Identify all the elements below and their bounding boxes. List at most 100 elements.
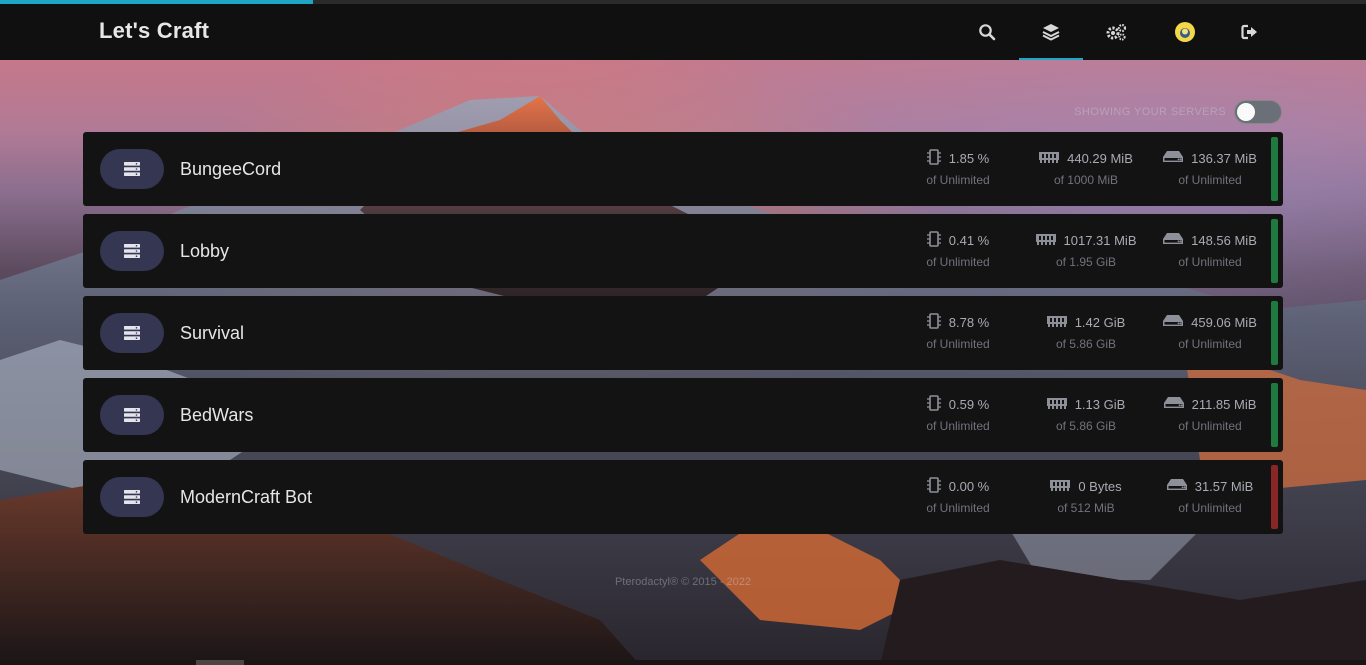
disk-value: 459.06 MiB — [1191, 314, 1257, 330]
memory-icon — [1035, 233, 1056, 248]
server-name[interactable]: Survival — [180, 323, 244, 344]
server-icon — [100, 395, 164, 435]
memory-icon — [1039, 151, 1060, 166]
disk-value: 136.37 MiB — [1191, 150, 1257, 166]
memory-limit: of 1.95 GiB — [1055, 255, 1117, 269]
app-title[interactable]: Let's Craft — [99, 18, 209, 44]
server-icon — [100, 231, 164, 271]
hdd-icon — [1163, 314, 1184, 330]
server-row[interactable]: BedWars 0.59 % of Unlimited 1.13 GiB of … — [83, 378, 1283, 452]
nav-servers[interactable] — [1019, 4, 1083, 60]
cpu-stat: 0.41 % of Unlimited — [898, 230, 1018, 274]
server-filter-label: SHOWING YOUR SERVERS — [1074, 106, 1226, 118]
server-icon — [100, 149, 164, 189]
server-name[interactable]: BungeeCord — [180, 159, 281, 180]
layers-icon — [1042, 24, 1060, 41]
disk-limit: of Unlimited — [1178, 419, 1242, 433]
memory-value: 1.42 GiB — [1074, 314, 1126, 330]
cpu-value: 1.85 % — [948, 150, 990, 166]
memory-limit: of 5.86 GiB — [1055, 337, 1117, 351]
scrollbar-thumb[interactable] — [196, 660, 244, 665]
nav-admin[interactable] — [1084, 4, 1148, 60]
cpu-limit: of Unlimited — [926, 501, 990, 515]
cpu-stat: 0.00 % of Unlimited — [898, 476, 1018, 520]
memory-value: 440.29 MiB — [1067, 150, 1133, 166]
cpu-value: 8.78 % — [948, 314, 990, 330]
server-icon — [100, 477, 164, 517]
server-row[interactable]: BungeeCord 1.85 % of Unlimited 440.29 Mi… — [83, 132, 1283, 206]
disk-value: 31.57 MiB — [1194, 478, 1254, 494]
cpu-stat: 8.78 % of Unlimited — [898, 312, 1018, 356]
cpu-limit: of Unlimited — [926, 419, 990, 433]
cogs-icon — [1106, 23, 1127, 41]
nav-search[interactable] — [955, 4, 1019, 60]
footer-copyright: Pterodactyl® © 2015 - 2022 — [614, 576, 752, 588]
cpu-icon — [926, 148, 941, 168]
cpu-limit: of Unlimited — [926, 337, 990, 351]
status-indicator — [1271, 383, 1278, 447]
search-icon — [979, 24, 996, 41]
memory-stat: 1017.31 MiB of 1.95 GiB — [1026, 230, 1146, 274]
cpu-stat: 1.85 % of Unlimited — [898, 148, 1018, 192]
memory-value: 0 Bytes — [1078, 478, 1122, 494]
hdd-icon — [1166, 478, 1187, 494]
disk-limit: of Unlimited — [1178, 337, 1242, 351]
status-indicator — [1271, 219, 1278, 283]
disk-stat: 459.06 MiB of Unlimited — [1150, 312, 1270, 356]
disk-stat: 211.85 MiB of Unlimited — [1150, 394, 1270, 438]
hdd-icon — [1163, 232, 1184, 248]
server-name[interactable]: Lobby — [180, 241, 229, 262]
memory-value: 1017.31 MiB — [1063, 232, 1137, 248]
memory-limit: of 5.86 GiB — [1055, 419, 1117, 433]
disk-stat: 31.57 MiB of Unlimited — [1150, 476, 1270, 520]
disk-limit: of Unlimited — [1178, 255, 1242, 269]
disk-limit: of Unlimited — [1178, 501, 1242, 515]
cpu-limit: of Unlimited — [926, 255, 990, 269]
cpu-icon — [926, 394, 941, 414]
app-root: Let's Craft SHOWING YOUR SERVERS BungeeC… — [0, 0, 1366, 665]
server-icon — [100, 313, 164, 353]
status-indicator — [1271, 301, 1278, 365]
server-row[interactable]: Lobby 0.41 % of Unlimited 1017.31 MiB of… — [83, 214, 1283, 288]
cpu-icon — [926, 476, 941, 496]
cpu-icon — [926, 312, 941, 332]
memory-stat: 440.29 MiB of 1000 MiB — [1026, 148, 1146, 192]
cpu-value: 0.41 % — [948, 232, 990, 248]
memory-icon — [1050, 479, 1071, 494]
status-indicator — [1271, 465, 1278, 529]
nav-account[interactable] — [1153, 4, 1217, 60]
server-name[interactable]: BedWars — [180, 405, 253, 426]
server-name[interactable]: ModernCraft Bot — [180, 487, 312, 508]
cpu-stat: 0.59 % of Unlimited — [898, 394, 1018, 438]
cpu-icon — [926, 230, 941, 250]
disk-value: 148.56 MiB — [1191, 232, 1257, 248]
hdd-icon — [1163, 396, 1184, 412]
cpu-value: 0.59 % — [948, 396, 990, 412]
avatar — [1175, 22, 1195, 42]
server-row[interactable]: Survival 8.78 % of Unlimited 1.42 GiB of… — [83, 296, 1283, 370]
sign-out-icon — [1241, 24, 1257, 40]
hdd-icon — [1163, 150, 1184, 166]
server-list: BungeeCord 1.85 % of Unlimited 440.29 Mi… — [83, 132, 1283, 542]
memory-stat: 0 Bytes of 512 MiB — [1026, 476, 1146, 520]
memory-icon — [1046, 315, 1067, 330]
cpu-value: 0.00 % — [948, 478, 990, 494]
memory-stat: 1.13 GiB of 5.86 GiB — [1026, 394, 1146, 438]
disk-stat: 148.56 MiB of Unlimited — [1150, 230, 1270, 274]
disk-value: 211.85 MiB — [1191, 396, 1257, 412]
top-navbar: Let's Craft — [0, 4, 1366, 60]
cpu-limit: of Unlimited — [926, 173, 990, 187]
horizontal-scrollbar[interactable] — [0, 660, 1366, 665]
server-filter-toggle[interactable] — [1234, 100, 1282, 124]
memory-limit: of 512 MiB — [1057, 501, 1115, 515]
memory-stat: 1.42 GiB of 5.86 GiB — [1026, 312, 1146, 356]
disk-stat: 136.37 MiB of Unlimited — [1150, 148, 1270, 192]
memory-value: 1.13 GiB — [1074, 396, 1126, 412]
memory-icon — [1046, 397, 1067, 412]
toggle-knob — [1237, 103, 1255, 121]
status-indicator — [1271, 137, 1278, 201]
server-row[interactable]: ModernCraft Bot 0.00 % of Unlimited 0 By… — [83, 460, 1283, 534]
nav-logout[interactable] — [1218, 4, 1282, 60]
disk-limit: of Unlimited — [1178, 173, 1242, 187]
memory-limit: of 1000 MiB — [1053, 173, 1119, 187]
